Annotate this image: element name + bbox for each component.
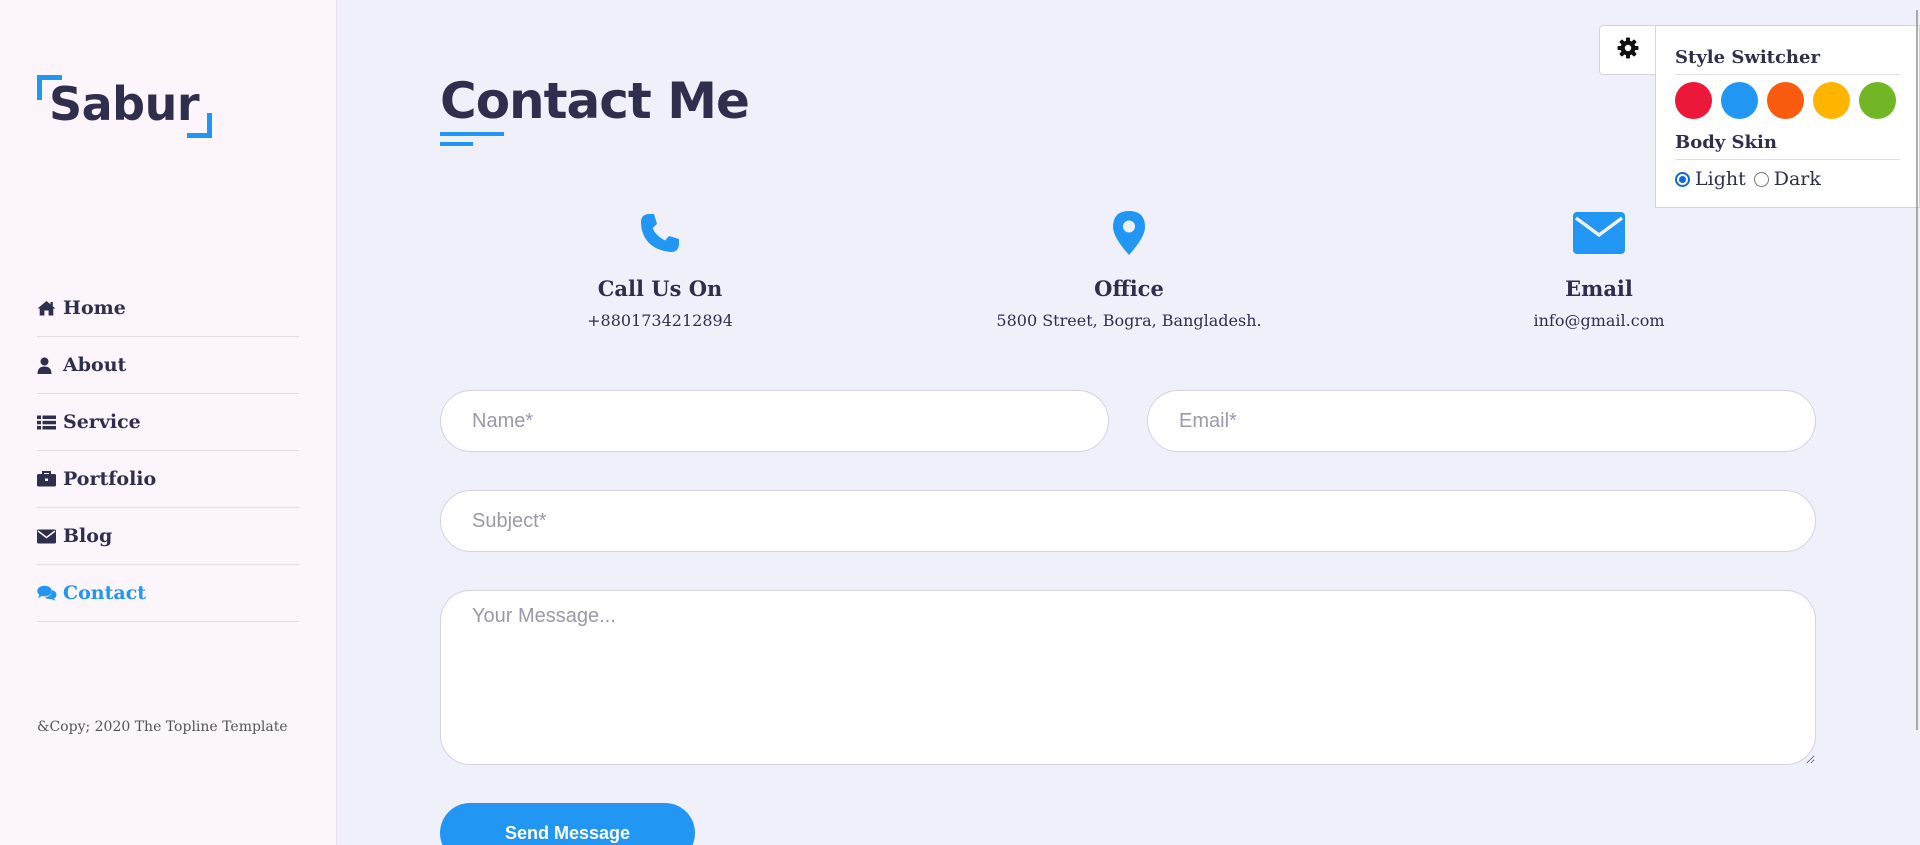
nav-item-portfolio[interactable]: Portfolio: [37, 451, 299, 508]
nav-item-contact[interactable]: Contact: [37, 565, 299, 622]
style-switcher-title: Style Switcher: [1675, 47, 1820, 68]
info-box-phone: Call Us On +8801734212894: [440, 208, 880, 330]
logo[interactable]: Sabur: [37, 75, 212, 138]
map-marker-icon: [909, 208, 1349, 258]
phone-icon: [440, 208, 880, 258]
nav-item-blog[interactable]: Blog: [37, 508, 299, 565]
envelope-icon: [37, 529, 57, 544]
info-title-office: Office: [1094, 276, 1164, 301]
color-swatch[interactable]: [1721, 82, 1758, 119]
nav-label-contact: Contact: [63, 582, 147, 604]
send-message-label: Send Message: [504, 823, 631, 843]
title-underline: [440, 132, 504, 136]
page-title: Contact Me: [440, 72, 750, 130]
briefcase-icon: [37, 471, 57, 487]
envelope-icon: [1379, 208, 1819, 258]
sidebar: Sabur Home About Service Portfolio Blog …: [0, 0, 337, 845]
nav-label-home: Home: [63, 297, 126, 319]
info-box-office: Office 5800 Street, Bogra, Bangladesh.: [909, 208, 1349, 330]
color-swatch[interactable]: [1859, 82, 1896, 119]
style-switcher-panel: Style Switcher Body Skin Light Dark: [1655, 25, 1920, 208]
body-skin-options: Light Dark: [1675, 168, 1829, 190]
nav-item-home[interactable]: Home: [37, 280, 299, 337]
send-message-button[interactable]: Send Message: [440, 803, 695, 845]
color-swatch[interactable]: [1675, 82, 1712, 119]
divider: [1675, 74, 1900, 75]
body-skin-title: Body Skin: [1675, 132, 1777, 153]
color-swatch[interactable]: [1767, 82, 1804, 119]
email-input[interactable]: [1147, 390, 1816, 452]
logo-text: Sabur: [49, 77, 200, 131]
message-textarea[interactable]: [440, 590, 1816, 765]
sidebar-nav: Home About Service Portfolio Blog Contac…: [37, 280, 299, 622]
info-title-phone: Call Us On: [597, 276, 723, 301]
gear-icon: [1617, 37, 1639, 63]
nav-label-about: About: [63, 354, 127, 376]
scrollbar[interactable]: [1916, 10, 1918, 730]
info-title-email: Email: [1565, 276, 1633, 301]
info-text-phone: +8801734212894: [587, 311, 733, 330]
subject-input[interactable]: [440, 490, 1816, 552]
color-swatch[interactable]: [1813, 82, 1850, 119]
radio-light-label: Light: [1695, 168, 1746, 190]
logo-corner-bottom-right: [187, 113, 212, 138]
style-switcher-toggle[interactable]: [1599, 25, 1656, 75]
copyright: &Copy; 2020 The Topline Template: [37, 719, 288, 735]
nav-item-service[interactable]: Service: [37, 394, 299, 451]
info-text-office: 5800 Street, Bogra, Bangladesh.: [996, 311, 1262, 330]
nav-label-blog: Blog: [63, 525, 113, 547]
nav-label-service: Service: [63, 411, 141, 433]
nav-item-about[interactable]: About: [37, 337, 299, 394]
title-underline-short: [440, 142, 473, 146]
divider: [1675, 159, 1900, 160]
user-icon: [37, 357, 57, 374]
radio-dark[interactable]: [1753, 171, 1769, 187]
list-icon: [37, 415, 57, 430]
nav-label-portfolio: Portfolio: [63, 468, 157, 490]
home-icon: [37, 300, 57, 316]
info-text-email: info@gmail.com: [1533, 311, 1665, 330]
info-box-email: Email info@gmail.com: [1379, 208, 1819, 330]
name-input[interactable]: [440, 390, 1109, 452]
comments-icon: [37, 585, 57, 601]
radio-light[interactable]: [1675, 171, 1690, 187]
radio-dark-label: Dark: [1773, 168, 1821, 190]
